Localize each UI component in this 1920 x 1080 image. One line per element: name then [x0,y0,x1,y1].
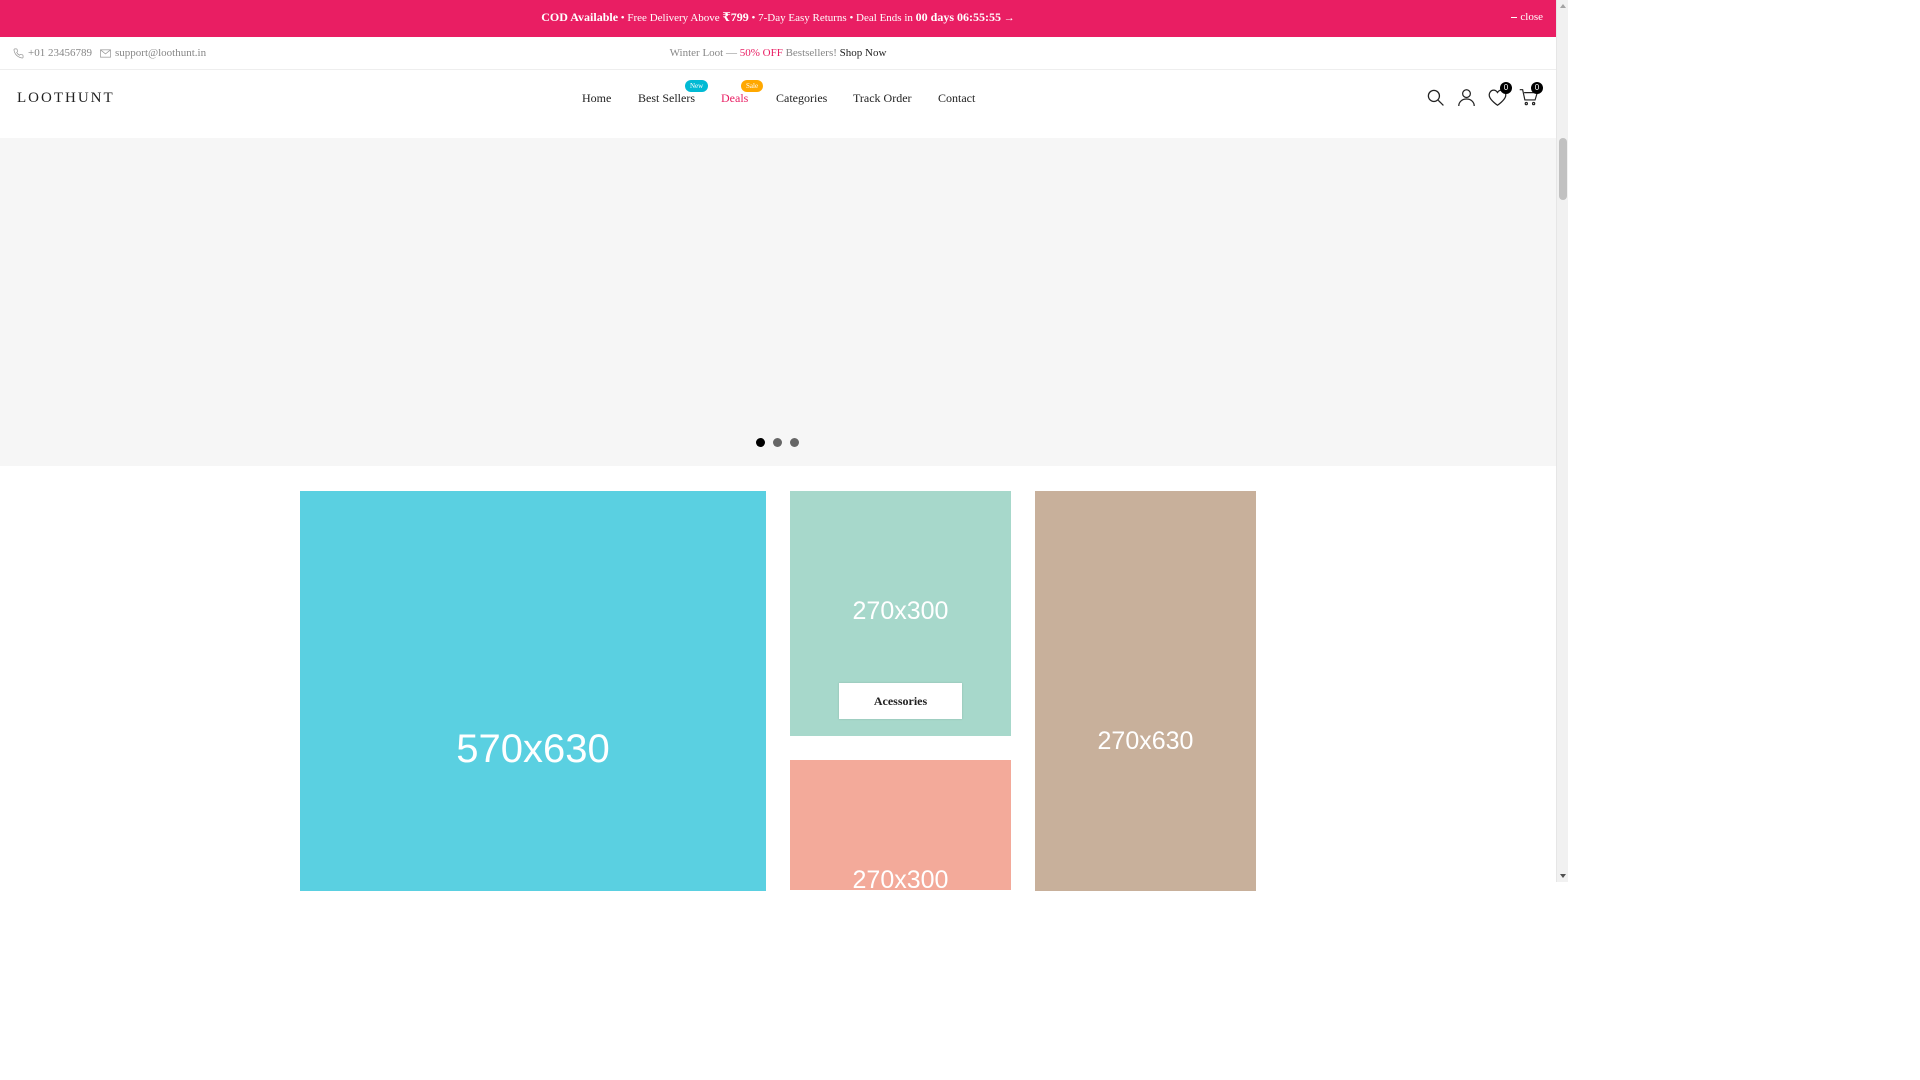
slider-dot-1[interactable] [756,438,765,447]
announcement-delivery: • Free Delivery Above [618,12,723,24]
scrollbar-thumb[interactable] [1559,138,1567,200]
nav-track-order[interactable]: Track Order [853,91,912,106]
nav-best-sellers-label: Best Sellers [638,91,695,105]
deal-countdown: 00 days 06:55:55 [915,10,1001,24]
wishlist-count: 0 [1500,82,1512,94]
slider-dot-2[interactable] [773,438,782,447]
accessories-button[interactable]: Acessories [839,683,962,719]
banner-large-placeholder: 570x630 [456,727,610,771]
search-button[interactable] [1420,86,1451,108]
banner-accessories-placeholder: 270x300 [852,597,949,625]
arrow-right-icon: → [1000,12,1015,24]
slider-dot-3[interactable] [790,438,799,447]
site-header: LOOTHUNT Home Best Sellers New Deals Sal… [0,70,1556,138]
nav-contact[interactable]: Contact [938,91,975,106]
nav-categories-label: Categories [776,91,828,105]
cart-button[interactable]: 0 [1513,82,1544,108]
nav-deals-label: Deals [721,91,749,105]
nav-home-label: Home [582,91,612,105]
top-info-bar: +01 23456789 support@loothunt.in Winter … [0,37,1556,70]
nav-contact-label: Contact [938,91,976,105]
user-icon [1458,88,1475,106]
nav-categories[interactable]: Categories [776,91,827,106]
free-delivery-price: ₹799 [722,10,749,24]
banner-tall[interactable]: 270x630 [1035,491,1256,891]
account-button[interactable] [1451,86,1482,108]
nav-home[interactable]: Home [582,91,611,106]
scroll-down-arrow-icon[interactable] [1560,874,1566,878]
banner-tall-placeholder: 270x630 [1097,727,1194,755]
cod-label: COD Available [541,10,619,24]
announcement-bar: COD Available • Free Delivery Above ₹799… [0,0,1556,37]
main-nav: Home Best Sellers New Deals Sale Categor… [0,80,1556,111]
sale-badge: Sale [741,80,764,92]
hero-slider[interactable] [0,138,1556,466]
banner-large[interactable]: 570x630 [300,491,766,891]
promo-prefix: Winter Loot — [669,47,740,59]
page-scrollbar[interactable] [1556,0,1568,882]
nav-best-sellers[interactable]: Best Sellers New [638,80,709,106]
close-label: close [1520,11,1543,23]
wishlist-button[interactable]: 0 [1482,82,1513,108]
minus-icon [1511,16,1518,18]
nav-deals[interactable]: Deals Sale [721,80,764,106]
promo-highlight: 50% OFF [739,47,783,59]
close-announcement-button[interactable]: close [1511,11,1543,23]
promo-suffix: Bestsellers! [782,47,840,59]
scroll-up-arrow-icon[interactable] [1560,4,1566,8]
slider-dots [756,438,799,447]
search-icon [1427,89,1444,106]
banner-accessories[interactable]: 270x300 Acessories [790,491,1011,736]
header-tools: 0 0 [1420,82,1544,108]
shop-now-link[interactable]: Shop Now [840,47,887,59]
banner-small-bottom-placeholder: 270x300 [852,866,949,890]
banner-small-bottom[interactable]: 270x300 [790,760,1011,890]
announcement-returns: • 7-Day Easy Returns • Deal Ends in [748,12,916,24]
announcement-text[interactable]: COD Available • Free Delivery Above ₹799… [0,10,1556,25]
promo-message: Winter Loot — 50% OFF Bestsellers! Shop … [0,47,1556,59]
nav-track-order-label: Track Order [853,91,912,105]
new-badge: New [685,80,709,92]
cart-count: 0 [1531,82,1543,94]
